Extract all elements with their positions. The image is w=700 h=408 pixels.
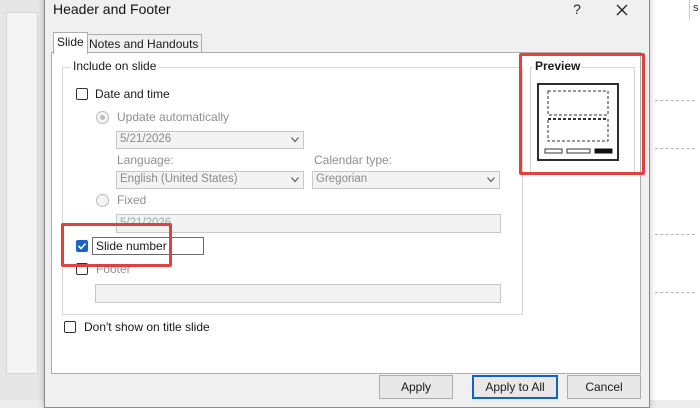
footer-text-field[interactable] xyxy=(95,284,501,303)
update-automatically-radio[interactable] xyxy=(96,111,109,124)
background-editor-area: s xyxy=(648,0,700,400)
highlight-preview xyxy=(519,53,645,175)
background-text: s xyxy=(693,2,699,14)
chevron-down-icon xyxy=(291,177,299,183)
cancel-button[interactable]: Cancel xyxy=(567,375,641,399)
background-slide-pane xyxy=(0,0,45,400)
dialog-title: Header and Footer xyxy=(53,1,171,17)
date-time-label: Date and time xyxy=(95,87,170,101)
language-dropdown[interactable]: English (United States) xyxy=(116,171,304,189)
chevron-down-icon xyxy=(291,137,299,143)
fixed-date-field[interactable]: 5/21/2026 xyxy=(116,214,501,233)
background-divider xyxy=(689,0,690,20)
dont-show-title-label: Don't show on title slide xyxy=(84,320,210,334)
tab-slide[interactable]: Slide xyxy=(53,32,88,54)
apply-to-all-button[interactable]: Apply to All xyxy=(472,375,558,399)
language-label: Language: xyxy=(117,153,174,167)
help-button[interactable]: ? xyxy=(567,0,587,19)
highlight-slide-number xyxy=(61,223,172,267)
date-time-checkbox[interactable] xyxy=(76,88,88,100)
background-placeholder-line xyxy=(655,234,695,235)
background-placeholder-line xyxy=(655,292,695,293)
fixed-label: Fixed xyxy=(117,193,147,207)
include-on-slide-legend: Include on slide xyxy=(70,59,160,73)
update-automatically-label: Update automatically xyxy=(117,110,230,124)
fixed-radio[interactable] xyxy=(96,194,109,207)
auto-date-dropdown[interactable]: 5/21/2026 xyxy=(116,131,304,149)
calendar-type-value: Gregorian xyxy=(316,173,368,185)
background-slide-thumbnail xyxy=(6,12,38,374)
language-value: English (United States) xyxy=(120,173,238,185)
close-icon xyxy=(616,4,628,16)
calendar-type-dropdown[interactable]: Gregorian xyxy=(312,171,500,189)
background-placeholder-line xyxy=(655,100,695,101)
close-button[interactable] xyxy=(611,0,633,21)
apply-button[interactable]: Apply xyxy=(379,375,453,399)
include-on-slide-group xyxy=(62,67,523,315)
dont-show-title-checkbox[interactable] xyxy=(64,321,76,333)
header-footer-dialog: Header and Footer ? Slide Notes and Hand… xyxy=(44,0,650,408)
auto-date-value: 5/21/2026 xyxy=(120,133,172,145)
tab-notes-and-handouts[interactable]: Notes and Handouts xyxy=(85,34,203,54)
chevron-down-icon xyxy=(487,177,495,183)
background-placeholder-line xyxy=(655,148,695,149)
calendar-type-label: Calendar type: xyxy=(314,153,393,167)
